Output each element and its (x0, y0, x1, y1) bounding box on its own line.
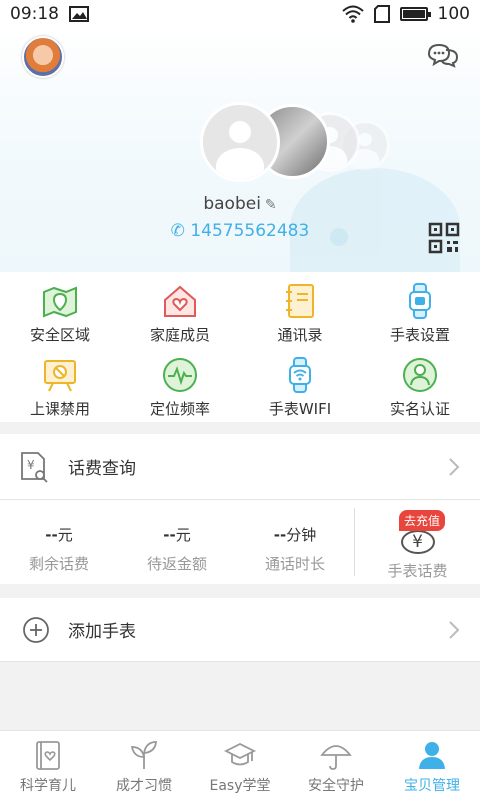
status-time: 09:18 (10, 4, 59, 24)
grid-item-real-name[interactable]: 实名认证 (360, 352, 480, 428)
grid-item-label: 安全区域 (29, 326, 90, 344)
stat-number: -- (163, 526, 176, 544)
battery-percent: 100 (437, 4, 470, 24)
class-ban-icon (44, 360, 76, 392)
stat-label: 待返金额 (146, 555, 207, 573)
user-verify-icon (403, 358, 437, 392)
stat-value: --分钟 (274, 524, 316, 545)
tab-easy-school[interactable]: Easy学堂 (192, 731, 288, 800)
recharge-button[interactable]: 去充值 ¥ 手表话费 (354, 508, 480, 580)
grid-item-class-ban[interactable]: 上课禁用 (0, 352, 120, 428)
chevron-right-icon (449, 620, 460, 639)
stat-number: -- (45, 526, 58, 544)
qr-code-icon[interactable] (428, 222, 460, 254)
tab-label: 安全守护 (308, 778, 364, 794)
fee-card: ¥ 话费查询 --元 剩余话费 --元 待返金额 --分钟 通话时长 去充值 ¥… (0, 434, 480, 584)
grid-item-label: 家庭成员 (149, 326, 210, 344)
wifi-icon (341, 5, 364, 23)
grid-item-label: 通讯录 (277, 326, 323, 344)
tab-label: 成才习惯 (116, 778, 172, 794)
grid-item-watch-settings[interactable]: 手表设置 (360, 278, 480, 352)
fee-query-title: 话费查询 (68, 459, 136, 479)
stat-call-duration[interactable]: --分钟 通话时长 (236, 500, 354, 584)
watch-icon (409, 283, 431, 319)
plus-circle-icon (23, 616, 49, 643)
stat-label: 通话时长 (264, 555, 325, 573)
watch-wifi-icon (289, 357, 311, 393)
tab-label: 宝贝管理 (404, 778, 460, 794)
watch-avatar-selected[interactable] (200, 102, 280, 182)
edit-pencil-icon[interactable]: ✎ (265, 197, 277, 213)
grid-item-watch-wifi[interactable]: 手表WIFI (240, 352, 360, 428)
sprout-icon (130, 741, 157, 769)
add-watch-label: 添加手表 (68, 622, 136, 642)
stat-unit: 元 (175, 526, 191, 544)
username[interactable]: baobei ✎ (0, 194, 480, 214)
tab-safety-guard[interactable]: 安全守护 (288, 731, 384, 800)
user-avatar[interactable] (22, 36, 64, 78)
person-icon (419, 742, 445, 769)
stat-pending-refund[interactable]: --元 待返金额 (118, 500, 236, 584)
fee-stats: --元 剩余话费 --元 待返金额 --分钟 通话时长 去充值 ¥ 手表话费 (0, 500, 480, 584)
status-bar: 09:18 100 (0, 0, 480, 28)
stat-label: 剩余话费 (28, 555, 89, 573)
grid-item-label: 上课禁用 (29, 400, 90, 418)
stat-remaining-balance[interactable]: --元 剩余话费 (0, 500, 118, 584)
recharge-badge[interactable]: 去充值 (399, 510, 446, 531)
book-heart-icon (36, 741, 60, 770)
contact-book-icon (286, 284, 314, 318)
grid-item-safe-zone[interactable]: 安全区域 (0, 278, 120, 352)
graduation-cap-icon (224, 742, 256, 766)
phone-icon: ✆ (170, 221, 185, 241)
recharge-label: 手表话费 (387, 562, 448, 580)
chevron-right-icon (449, 457, 460, 476)
umbrella-icon (320, 745, 352, 770)
grid-item-family[interactable]: 家庭成员 (120, 278, 240, 352)
phone-number: ✆ 14575562483 (0, 221, 480, 241)
profile-header: baobei ✎ ✆ 14575562483 (0, 28, 480, 272)
stat-unit: 元 (57, 526, 73, 544)
function-grid: 安全区域 家庭成员 通讯录 手表设置 上课禁用 定位频率 手表WIFI 实名认证 (0, 272, 480, 422)
fee-query-row[interactable]: ¥ 话费查询 (0, 434, 480, 500)
grid-item-label: 手表设置 (389, 326, 450, 344)
yen-icon: ¥ (400, 530, 435, 554)
grid-item-label: 手表WIFI (268, 400, 332, 418)
map-shield-icon (43, 286, 77, 318)
pulse-icon (163, 358, 197, 392)
tab-science-parenting[interactable]: 科学育儿 (0, 731, 96, 800)
stat-value: --元 (45, 524, 72, 545)
tab-habits[interactable]: 成才习惯 (96, 731, 192, 800)
bottom-tab-bar: 科学育儿 成才习惯 Easy学堂 安全守护 宝贝管理 (0, 730, 480, 800)
grid-item-contacts[interactable]: 通讯录 (240, 278, 360, 352)
yen-symbol: ¥ (412, 532, 423, 552)
username-text: baobei (203, 194, 261, 214)
phone-text: 14575562483 (190, 221, 310, 241)
bill-search-icon: ¥ (21, 451, 48, 483)
tab-label: Easy学堂 (209, 778, 271, 794)
home-heart-icon (164, 285, 196, 317)
stat-unit: 分钟 (286, 526, 317, 544)
stat-number: -- (273, 526, 287, 544)
watch-avatars (200, 102, 400, 202)
grid-item-label: 定位频率 (149, 400, 210, 418)
sim-icon (373, 5, 390, 23)
grid-item-location-frequency[interactable]: 定位频率 (120, 352, 240, 428)
battery-icon (399, 7, 431, 21)
svg-text:¥: ¥ (27, 458, 35, 472)
stat-value: --元 (163, 524, 190, 545)
image-icon (69, 6, 89, 22)
tab-label: 科学育儿 (20, 778, 76, 794)
tab-baby-management[interactable]: 宝贝管理 (384, 731, 480, 800)
add-watch-row[interactable]: 添加手表 (0, 598, 480, 662)
chat-icon[interactable] (426, 42, 460, 68)
grid-item-label: 实名认证 (389, 400, 450, 418)
